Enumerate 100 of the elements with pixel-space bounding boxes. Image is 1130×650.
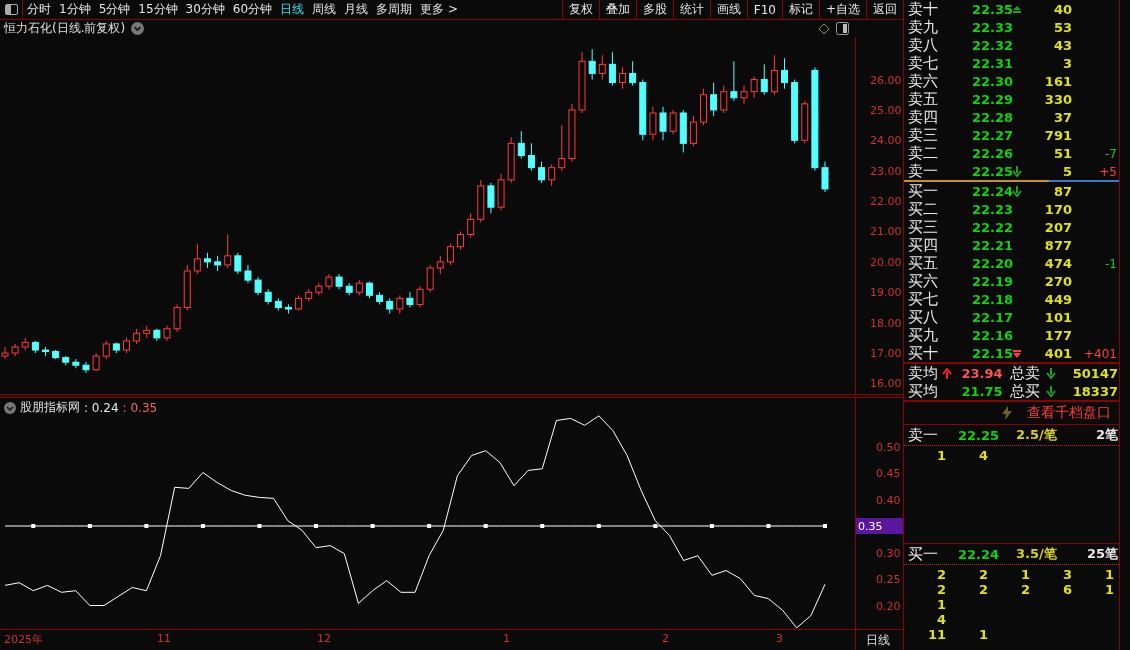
line-marker — [257, 524, 262, 528]
indicator-reading: : 0.35 — [122, 400, 158, 415]
candle — [730, 60, 738, 102]
order-size: 2 — [936, 567, 946, 582]
ask-label: 卖八 — [908, 36, 939, 55]
dropdown-icon[interactable] — [4, 401, 16, 414]
more-button[interactable]: 更多 > — [416, 0, 462, 19]
candle — [52, 349, 60, 360]
toolbar-button[interactable]: 标记 — [781, 0, 819, 19]
line-marker — [87, 524, 92, 528]
current-value: 0.35 — [858, 520, 883, 533]
candle — [284, 303, 292, 315]
candle — [649, 106, 657, 141]
price-tick: 26.00 — [870, 73, 902, 87]
axis-tick: 0.20 — [876, 599, 901, 613]
candle — [72, 358, 80, 369]
period-tab[interactable]: 分时 — [23, 0, 55, 19]
order-depth-link[interactable]: 查看千档盘口 — [1027, 404, 1112, 422]
candle — [365, 281, 373, 299]
date-label: 11 — [157, 632, 171, 645]
order-size: 2 — [1020, 582, 1030, 597]
bid-label: 买七 — [908, 290, 939, 309]
period-tab[interactable]: 1分钟 — [55, 0, 95, 19]
line-marker — [144, 524, 149, 528]
bid-label: 买三 — [908, 218, 939, 237]
candle — [173, 303, 181, 333]
toolbar-button[interactable]: F10 — [746, 0, 782, 19]
line-marker — [653, 524, 658, 528]
candle — [527, 142, 535, 172]
order-size: 1 — [1104, 567, 1114, 582]
candle — [477, 179, 485, 223]
period-tab[interactable]: 多周期 — [372, 0, 417, 19]
order-size: 1 — [1104, 582, 1114, 597]
candle — [264, 288, 272, 305]
panel-icon[interactable] — [836, 22, 849, 35]
line-marker — [540, 524, 545, 528]
axis-tick: 0.40 — [876, 493, 901, 507]
ask-label: 卖九 — [908, 18, 939, 37]
price-tick: 19.00 — [870, 286, 902, 300]
period-tab[interactable]: 月线 — [340, 0, 373, 19]
total-volume: 50147 — [1071, 366, 1118, 381]
order-size: 3 — [1062, 567, 1072, 582]
line-marker — [766, 524, 771, 528]
candle — [102, 340, 110, 360]
toolbar-button[interactable]: 返回 — [866, 0, 903, 19]
candle — [497, 173, 505, 211]
bid-label: 买四 — [908, 236, 939, 255]
candle — [639, 79, 647, 141]
candle — [31, 340, 39, 354]
candle — [679, 109, 687, 153]
dropdown-icon[interactable] — [131, 22, 145, 35]
candle — [274, 297, 282, 311]
candle — [203, 252, 211, 269]
ask-volume: 37 — [1052, 110, 1072, 125]
candle — [598, 54, 606, 81]
bid-label: 买二 — [908, 200, 939, 219]
bid-price: 22.18 — [972, 292, 1010, 307]
toolbar-button[interactable]: +自选 — [818, 0, 866, 19]
candle — [345, 282, 353, 296]
period-tab[interactable]: 日线 — [276, 0, 309, 19]
candle — [457, 231, 465, 251]
candle — [700, 88, 707, 126]
ask-volume: 40 — [1052, 2, 1072, 17]
period-tab[interactable]: 5分钟 — [94, 0, 135, 19]
candle — [305, 288, 313, 302]
toolbar-button[interactable]: 画线 — [709, 0, 747, 19]
ask-volume: 791 — [1043, 128, 1072, 143]
toolbar-button[interactable]: 叠加 — [598, 0, 636, 19]
order-size: 4 — [978, 448, 988, 463]
order-size: 2 — [978, 582, 988, 597]
chart-title: 恒力石化(日线.前复权) — [4, 20, 126, 37]
average-per-order: 2.5/笔 — [1016, 426, 1058, 444]
ask-volume: 5 — [1061, 164, 1072, 179]
toolbar-button[interactable]: 复权 — [561, 0, 599, 19]
total-label: 总卖 — [1010, 364, 1041, 383]
diamond-icon[interactable] — [818, 22, 830, 35]
bid-volume: 449 — [1043, 292, 1072, 307]
bid-price: 22.23 — [972, 202, 1010, 217]
period-tab[interactable]: 60分钟 — [228, 0, 277, 19]
candle — [426, 264, 434, 293]
order-size: 1 — [936, 448, 946, 463]
candle — [315, 282, 323, 296]
candle — [254, 276, 262, 296]
candle — [21, 337, 29, 351]
bid-volume: 87 — [1052, 184, 1072, 199]
date-label: 2 — [662, 632, 669, 645]
toolbar-button[interactable]: 多股 — [635, 0, 673, 19]
candle — [406, 291, 414, 308]
period-tab[interactable]: 15分钟 — [134, 0, 182, 19]
average-label: 买均 — [908, 382, 939, 401]
ask-label: 卖三 — [908, 126, 939, 145]
candle — [183, 264, 191, 311]
candle — [123, 337, 130, 354]
period-tab[interactable]: 30分钟 — [181, 0, 229, 19]
candle — [92, 352, 100, 372]
toolbar-button[interactable]: 统计 — [672, 0, 710, 19]
candle — [669, 109, 677, 135]
line-marker — [200, 524, 205, 528]
candle — [325, 273, 333, 290]
period-tab[interactable]: 周线 — [308, 0, 341, 19]
